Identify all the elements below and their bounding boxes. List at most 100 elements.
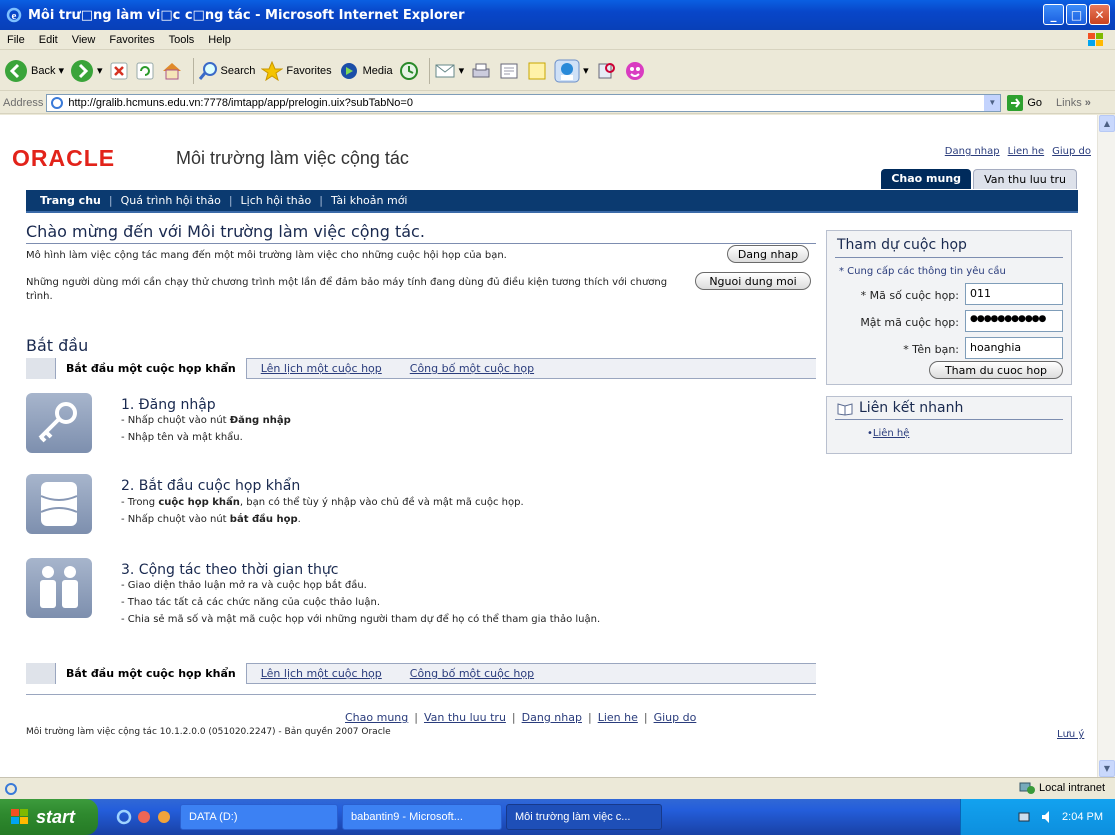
nav-item-trang-chu[interactable]: Trang chu: [40, 194, 101, 207]
top-links: Dang nhap Lien he Giup do: [945, 146, 1091, 157]
menu-help[interactable]: Help: [201, 34, 238, 46]
note-link[interactable]: Lưu ý: [1057, 729, 1084, 740]
note-icon: [528, 62, 546, 79]
address-url: http://gralib.hcmuns.edu.vn:7778/imtapp/…: [68, 96, 413, 109]
footer-link-lien-he[interactable]: Lien he: [598, 711, 638, 724]
title-bar[interactable]: e Môi trư□ng làm vi□c c□ng tác - Microso…: [0, 0, 1115, 30]
close-button[interactable]: ✕: [1089, 4, 1110, 25]
scroll-down-icon[interactable]: ▼: [1099, 760, 1115, 777]
maximize-button[interactable]: □: [1066, 4, 1087, 25]
mail-dropdown-icon[interactable]: ▾: [459, 64, 465, 77]
research-button[interactable]: [595, 60, 617, 82]
meeting-id-input[interactable]: 011: [965, 283, 1063, 305]
top-link-help[interactable]: Giup do: [1052, 146, 1091, 157]
nav-item-lich-hoi-thao[interactable]: Lịch hội thảo: [241, 194, 312, 207]
vertical-scrollbar[interactable]: ▲ ▼: [1097, 115, 1115, 777]
step-3-line-1: - Giao diện thảo luận mở ra và cuộc họp …: [121, 580, 367, 591]
tab-chao-mung[interactable]: Chao mung: [881, 169, 972, 189]
tab-van-thu-luu-tru[interactable]: Van thu luu tru: [973, 169, 1077, 189]
history-icon: [399, 61, 418, 80]
address-dropdown-icon[interactable]: ▼: [984, 94, 1001, 111]
menu-file[interactable]: File: [0, 34, 32, 46]
media-quicklaunch-icon[interactable]: [136, 809, 152, 825]
ie-window: e Môi trư□ng làm vi□c c□ng tác - Microso…: [0, 0, 1115, 835]
top-link-login[interactable]: Dang nhap: [945, 146, 1000, 157]
menu-edit[interactable]: Edit: [32, 34, 65, 46]
taskbar-item-ie[interactable]: Môi trường làm việc c...: [506, 804, 662, 830]
media-button[interactable]: Media: [338, 61, 393, 81]
tab-publish-meeting-bottom[interactable]: Công bố một cuộc họp: [396, 667, 548, 680]
history-button[interactable]: [399, 61, 419, 81]
start-tabs-top: Bắt đầu một cuộc họp khẩn Lên lịch một c…: [26, 358, 816, 379]
your-name-input[interactable]: hoanghia: [965, 337, 1063, 359]
tab-publish-meeting[interactable]: Công bố một cuộc họp: [396, 362, 548, 375]
links-button[interactable]: Links »: [1056, 97, 1091, 109]
start-section-title: Bắt đầu: [26, 336, 89, 355]
messenger-button[interactable]: ▾: [554, 59, 589, 83]
start-label: start: [36, 806, 76, 827]
refresh-button[interactable]: [135, 61, 155, 81]
nav-item-qua-trinh-hoi-thao[interactable]: Quá trình hội thảo: [121, 194, 221, 207]
minimize-button[interactable]: _: [1043, 4, 1064, 25]
emoticon-button[interactable]: [623, 60, 647, 82]
header-tabs: Chao mung Van thu luu tru: [881, 169, 1077, 189]
home-button[interactable]: [161, 61, 183, 81]
back-button[interactable]: Back ▾: [4, 59, 64, 83]
your-name-label: * Tên bạn:: [903, 343, 959, 356]
ie-quicklaunch-icon[interactable]: [116, 809, 132, 825]
top-link-contact[interactable]: Lien he: [1008, 146, 1045, 157]
messenger-dropdown-icon[interactable]: ▾: [583, 64, 589, 77]
search-button[interactable]: Search: [198, 61, 255, 81]
taskbar-item-word[interactable]: babantin9 - Microsoft...: [342, 804, 502, 830]
tab-schedule-meeting-bottom[interactable]: Lên lịch một cuộc họp: [247, 667, 396, 680]
svg-text:e: e: [12, 10, 17, 22]
welcome-title: Chào mừng đến với Môi trường làm việc cộ…: [26, 222, 425, 241]
app-title: Môi trường làm việc cộng tác: [176, 148, 409, 168]
footer-link-chao-mung[interactable]: Chao mung: [345, 711, 408, 724]
volume-icon[interactable]: [1040, 809, 1056, 825]
step-1-title: 1. Đăng nhập: [121, 397, 216, 413]
footer-link-dang-nhap[interactable]: Dang nhap: [522, 711, 582, 724]
forward-button[interactable]: ▾: [70, 59, 103, 83]
stop-button[interactable]: [109, 61, 129, 81]
forward-dropdown-icon[interactable]: ▾: [97, 64, 103, 77]
firefox-quicklaunch-icon[interactable]: [156, 809, 172, 825]
tab-urgent-meeting[interactable]: Bắt đầu một cuộc họp khẩn: [56, 358, 247, 379]
menu-favorites[interactable]: Favorites: [102, 34, 161, 46]
tab-urgent-meeting-bottom[interactable]: Bắt đầu một cuộc họp khẩn: [56, 663, 247, 684]
print-button[interactable]: [470, 61, 492, 81]
taskbar-item-data-drive[interactable]: DATA (D:): [180, 804, 338, 830]
step-1-line-1: - Nhấp chuột vào nút Đăng nhập: [121, 415, 291, 426]
step-3-line-2: - Thao tác tất cả các chức năng của cuộc…: [121, 597, 381, 608]
back-dropdown-icon[interactable]: ▾: [58, 64, 64, 77]
go-button[interactable]: Go: [1007, 94, 1042, 111]
menu-view[interactable]: View: [65, 34, 103, 46]
favorites-button[interactable]: Favorites: [261, 60, 332, 81]
nav-item-tai-khoan-moi[interactable]: Tài khoản mới: [331, 194, 408, 207]
address-input[interactable]: http://gralib.hcmuns.edu.vn:7778/imtapp/…: [46, 93, 1002, 112]
footer-link-giup-do[interactable]: Giup do: [654, 711, 697, 724]
emoticon-icon: [625, 61, 644, 80]
oracle-logo: ORACLE: [12, 145, 114, 171]
edit-icon: [500, 63, 518, 78]
discuss-button[interactable]: [526, 61, 548, 81]
join-meeting-button[interactable]: Tham du cuoc hop: [929, 361, 1063, 379]
scroll-up-icon[interactable]: ▲: [1099, 115, 1115, 132]
start-button[interactable]: start: [0, 799, 98, 835]
ie-logo-icon: e: [6, 7, 22, 23]
new-user-button[interactable]: Nguoi dung moi: [695, 272, 811, 290]
footer-link-van-thu[interactable]: Van thu luu tru: [424, 711, 506, 724]
address-bar: Address http://gralib.hcmuns.edu.vn:7778…: [0, 92, 1115, 114]
login-button[interactable]: Dang nhap: [727, 245, 809, 263]
step-1-line-2: - Nhập tên và mật khẩu.: [121, 432, 243, 443]
tab-schedule-meeting[interactable]: Lên lịch một cuộc họp: [247, 362, 396, 375]
edit-button[interactable]: [498, 61, 520, 81]
mail-button[interactable]: ▾: [434, 61, 465, 81]
meeting-password-input[interactable]: ●●●●●●●●●●●: [965, 310, 1063, 332]
mail-icon: [435, 64, 455, 77]
quick-link-item[interactable]: •Liên hệ: [867, 428, 909, 439]
footer-divider: [26, 694, 816, 695]
network-icon[interactable]: [1018, 809, 1034, 825]
favorites-label: Favorites: [286, 64, 332, 77]
menu-tools[interactable]: Tools: [162, 34, 202, 46]
